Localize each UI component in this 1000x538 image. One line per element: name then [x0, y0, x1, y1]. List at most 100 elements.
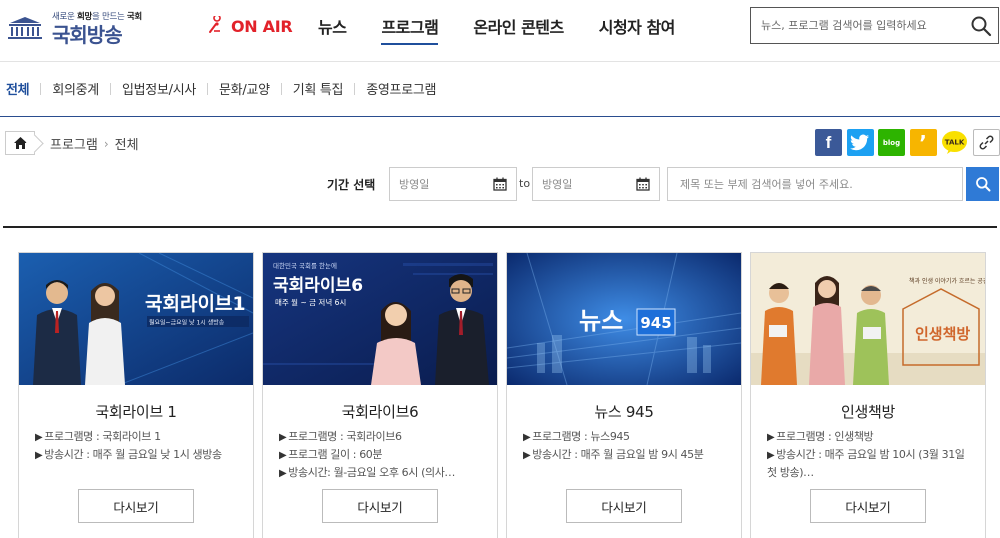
triangle-right-icon: ▶ [767, 450, 775, 461]
thumbnail-title: 뉴스 [579, 307, 623, 335]
naver-blog-icon[interactable]: blog [878, 129, 905, 156]
program-thumbnail[interactable]: 국회라이브1 월요일~금요일 낮 1시 생방송 [19, 253, 253, 385]
program-card[interactable]: 책과 인생 이야기가 흐르는 공간 인생책방 인생책방 ▶ 프로그램명 : 인생책… [750, 252, 986, 538]
triangle-right-icon: ▶ [523, 450, 531, 461]
end-date-input[interactable] [533, 168, 631, 200]
info-line: ▶ 방송시간 : 매주 금요일 밤 10시 (3월 31일 첫 방송)… [767, 448, 965, 479]
thumbnail-badge: 945 [640, 314, 671, 332]
start-date-field [389, 167, 517, 201]
program-title[interactable]: 국회라이브6 [263, 401, 497, 422]
twitter-icon[interactable] [846, 129, 874, 156]
tab-divider [207, 82, 209, 95]
kakao-talk-icon[interactable]: TALK [941, 129, 968, 156]
breadcrumb-home[interactable] [5, 131, 35, 155]
breadcrumb-programs[interactable]: 프로그램 [50, 134, 98, 153]
program-info: ▶ 프로그램명 : 뉴스945 ▶ 방송시간 : 매주 월 금요일 밤 9시 45분 [523, 428, 733, 464]
thumbnail-title: 국회라이브1 [145, 293, 246, 315]
nav-online-content[interactable]: 온라인 콘텐츠 [473, 14, 564, 45]
info-line: ▶ 방송시간: 월-금요일 오후 6시 (의사… [279, 466, 456, 479]
onair-link[interactable]: ON AIR [207, 14, 293, 38]
site-logo[interactable]: 새로운 희망을 만드는 국회 국회방송 [6, 10, 156, 47]
main-nav: 뉴스 프로그램 온라인 콘텐츠 시청자 참여 [318, 14, 710, 45]
info-line: ▶ 방송시간 : 매주 월 금요일 낮 1시 생방송 [35, 448, 222, 461]
calendar-icon[interactable] [493, 177, 507, 191]
nav-news[interactable]: 뉴스 [318, 14, 347, 45]
nav-programs[interactable]: 프로그램 [381, 14, 439, 45]
tab-divider [354, 82, 356, 95]
share-bar: f blog ’ TALK [815, 129, 1000, 156]
thumbnail-tagline: 대한민국 국회를 한눈에 [273, 261, 337, 270]
info-line: ▶ 프로그램명 : 국회라이브6 [279, 430, 402, 443]
thumbnail-subtitle: 매주 월 ~ 금 저녁 6시 [275, 297, 346, 307]
thumbnail-title: 국회라이브6 [273, 276, 363, 296]
thumbnail-tagline: 책과 인생 이야기가 흐르는 공간 [909, 277, 985, 285]
thumbnail-subtitle: 월요일~금요일 낮 1시 생방송 [149, 319, 225, 327]
program-thumbnail[interactable]: 뉴스 945 [507, 253, 741, 385]
program-info: ▶ 프로그램명 : 국회라이브6 ▶ 프로그램 길이 : 60분 ▶ 방송시간: 월-… [279, 428, 489, 482]
replay-button[interactable]: 다시보기 [810, 489, 926, 523]
search-icon[interactable] [970, 15, 992, 37]
triangle-right-icon: ▶ [279, 432, 287, 443]
site-header: 새로운 희망을 만드는 국회 국회방송 ON AIR 뉴스 프로그램 온라인 콘… [0, 0, 1000, 62]
program-title[interactable]: 인생책방 [751, 401, 985, 422]
info-line: ▶ 프로그램명 : 인생책방 [767, 430, 874, 443]
calendar-icon[interactable] [636, 177, 650, 191]
site-search [750, 7, 999, 44]
chevron-right-icon: › [103, 136, 109, 151]
link-icon[interactable] [972, 129, 1000, 156]
triangle-right-icon: ▶ [279, 468, 287, 479]
program-info: ▶ 프로그램명 : 국회라이브 1 ▶ 방송시간 : 매주 월 금요일 낮 1시 생… [35, 428, 245, 464]
start-date-input[interactable] [390, 168, 488, 200]
logo-name: 국회방송 [52, 23, 123, 47]
program-thumbnail[interactable]: 책과 인생 이야기가 흐르는 공간 인생책방 [751, 253, 985, 385]
onair-label: ON AIR [231, 16, 293, 36]
triangle-right-icon: ▶ [35, 450, 43, 461]
tab-divider [40, 82, 42, 95]
nav-viewer-participation[interactable]: 시청자 참여 [599, 14, 676, 45]
program-title[interactable]: 뉴스 945 [507, 401, 741, 422]
facebook-icon[interactable]: f [815, 129, 842, 156]
keyword-field [667, 167, 963, 201]
tab-divider [109, 82, 111, 95]
program-title[interactable]: 국회라이브 1 [19, 401, 253, 422]
triangle-right-icon: ▶ [279, 450, 287, 461]
period-filter-label: 기간 선택 [327, 178, 376, 192]
replay-button[interactable]: 다시보기 [322, 489, 438, 523]
replay-button[interactable]: 다시보기 [78, 489, 194, 523]
site-search-input[interactable] [751, 8, 961, 43]
home-icon [13, 137, 27, 149]
program-thumbnail[interactable]: 대한민국 국회를 한눈에 국회라이브6 매주 월 ~ 금 저녁 6시 [263, 253, 497, 385]
triangle-right-icon: ▶ [523, 432, 531, 443]
breadcrumb-current: 전체 [114, 138, 139, 153]
tab-ended-programs[interactable]: 종영프로그램 [366, 79, 436, 98]
date-range-to: to [519, 177, 531, 190]
info-line: ▶ 프로그램명 : 뉴스945 [523, 430, 630, 443]
broadcast-icon [209, 16, 221, 33]
program-card[interactable]: 뉴스 945 뉴스 945 ▶ 프로그램명 : 뉴스945 ▶ 방송시간 : 매주 … [506, 252, 742, 538]
info-line: ▶ 방송시간 : 매주 월 금요일 밤 9시 45분 [523, 448, 704, 461]
replay-button[interactable]: 다시보기 [566, 489, 682, 523]
end-date-field [532, 167, 660, 201]
tab-all[interactable]: 전체 [6, 79, 30, 98]
program-card[interactable]: 대한민국 국회를 한눈에 국회라이브6 매주 월 ~ 금 저녁 6시 국회라이브… [262, 252, 498, 538]
tab-special[interactable]: 기획 특집 [293, 79, 344, 98]
program-info: ▶ 프로그램명 : 인생책방 ▶ 방송시간 : 매주 금요일 밤 10시 (3월 3… [767, 428, 977, 481]
info-line: ▶ 프로그램 길이 : 60분 [279, 448, 383, 461]
keyword-search-button[interactable] [966, 167, 999, 201]
tab-legislation-news[interactable]: 입법정보/시사 [122, 79, 196, 98]
program-card[interactable]: 국회라이브1 월요일~금요일 낮 1시 생방송 국회라이브 1 ▶ 프로그램명 :… [18, 252, 254, 538]
section-divider [3, 226, 997, 228]
triangle-right-icon: ▶ [767, 432, 775, 443]
kakao-story-icon[interactable]: ’ [909, 129, 937, 156]
keyword-input[interactable] [668, 168, 962, 200]
tab-meeting-broadcast[interactable]: 회의중계 [52, 79, 99, 98]
info-line: ▶ 프로그램명 : 국회라이브 1 [35, 430, 161, 443]
thumbnail-title: 인생책방 [915, 325, 970, 343]
tab-culture[interactable]: 문화/교양 [219, 79, 270, 98]
tab-divider [280, 82, 282, 95]
breadcrumb: 프로그램 › 전체 [50, 134, 139, 154]
category-tabs: 전체 회의중계 입법정보/시사 문화/교양 기획 특집 종영프로그램 [0, 62, 1000, 117]
svg-text:TALK: TALK [945, 139, 965, 147]
triangle-right-icon: ▶ [35, 432, 43, 443]
search-icon [975, 177, 990, 192]
